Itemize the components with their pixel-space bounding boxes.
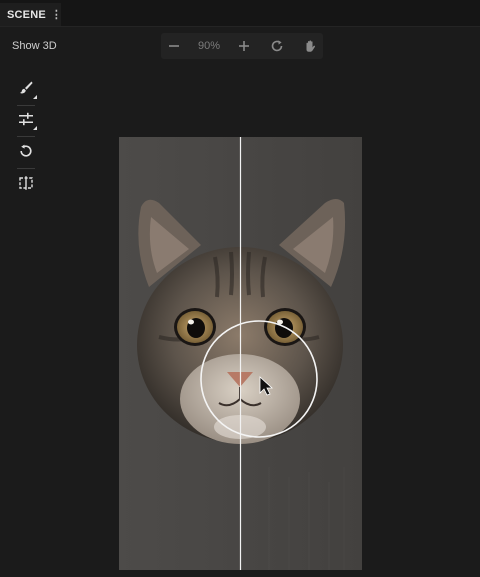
cat-image [119,137,362,570]
rotate-icon [20,144,32,157]
minus-icon [169,45,179,47]
tool-divider [17,105,35,106]
zoom-in-button[interactable] [231,33,257,59]
plus-icon [239,41,249,51]
zoom-toolbar: 90% [161,33,323,59]
submenu-indicator-icon [33,95,37,99]
reset-view-button[interactable] [264,33,290,59]
zoom-out-button[interactable] [161,33,187,59]
compare-tool-button[interactable] [14,171,38,195]
rotate-reset-icon [271,40,283,52]
sliders-icon [19,112,33,126]
show-3d-toggle[interactable]: Show 3D [12,40,57,52]
scene-menu-icon[interactable]: ⋮ [51,8,62,21]
scene-tab[interactable]: SCENE ⋮ [0,3,62,26]
image-canvas[interactable] [119,137,362,570]
pan-button[interactable] [297,33,323,59]
tool-divider [17,136,35,137]
submenu-indicator-icon [33,126,37,130]
adjust-tool-button[interactable] [14,107,38,131]
brush-tool-button[interactable] [14,76,38,100]
scene-tab-label: SCENE [7,8,46,21]
brush-icon [20,81,33,94]
tool-divider [17,168,35,169]
top-bar: SCENE ⋮ [0,0,480,27]
rotate-tool-button[interactable] [14,139,38,163]
split-compare-icon [19,176,33,190]
hand-pan-icon [306,40,315,52]
zoom-level: 90% [197,40,221,52]
